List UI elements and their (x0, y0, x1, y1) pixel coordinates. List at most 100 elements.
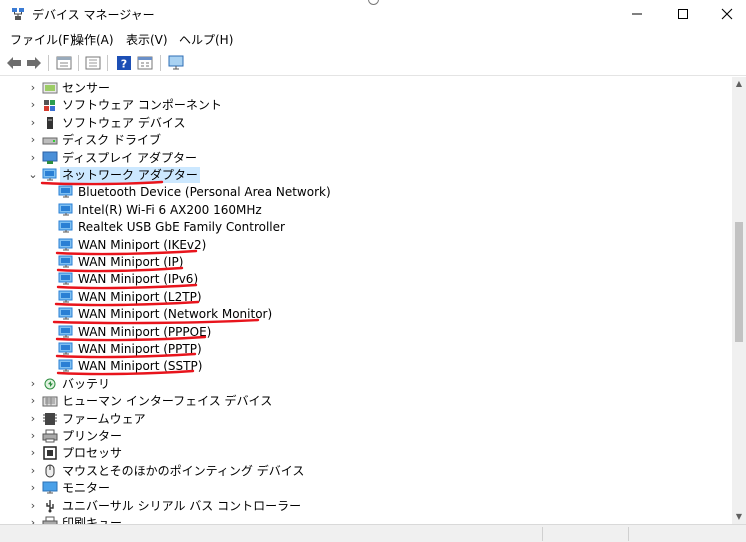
chevron-right-icon[interactable]: › (28, 395, 38, 407)
device-manager-icon (12, 8, 24, 20)
tree-device-row[interactable]: WAN Miniport (Network Monitor) (0, 306, 732, 323)
chevron-right-icon[interactable]: › (28, 447, 38, 459)
help-button[interactable]: ? (115, 54, 133, 72)
tree-category-row[interactable]: › 印刷キュー (0, 515, 732, 524)
device-tree: › センサー › ソフトウェア コンポーネント › ソフトウェア デバイス › ディスク ドラ… (0, 77, 732, 524)
monitor-scan-icon (168, 55, 184, 70)
scroll-thumb[interactable] (735, 222, 743, 342)
chevron-right-icon[interactable]: › (28, 430, 38, 442)
tree-item-label: ユニバーサル シリアル バス コントローラー (62, 498, 302, 513)
software-device-icon (42, 116, 58, 130)
tree-device-row[interactable]: WAN Miniport (IKEv2) (0, 237, 732, 254)
tree-category-row[interactable]: › バッテリ (0, 376, 732, 393)
network-adapter-icon (58, 359, 74, 373)
help-icon: ? (117, 56, 131, 71)
tree-category-row[interactable]: › ユニバーサル シリアル バス コントローラー (0, 498, 732, 515)
chevron-down-icon[interactable]: ⌄ (28, 169, 38, 181)
status-divider (542, 527, 543, 541)
tree-item-label: WAN Miniport (PPPOE) (78, 324, 212, 339)
chevron-right-icon[interactable]: › (28, 499, 38, 512)
tree-device-row[interactable]: WAN Miniport (L2TP) (0, 289, 732, 306)
display-adapter-icon (42, 151, 58, 165)
menu-view[interactable]: 表示(V) (126, 31, 168, 48)
menu-action[interactable]: 操作(A) (72, 31, 114, 48)
tree-item-label: ソフトウェア コンポーネント (62, 98, 222, 113)
tree-item-label: ヒューマン インターフェイス デバイス (62, 394, 273, 409)
print-queue-icon (42, 516, 58, 524)
printer-icon (42, 429, 58, 443)
chevron-right-icon[interactable]: › (28, 116, 38, 129)
network-adapter-icon (58, 220, 74, 234)
chevron-right-icon[interactable]: › (28, 482, 38, 494)
tree-category-row[interactable]: › ファームウェア (0, 411, 732, 428)
toolbar-separator (160, 55, 161, 71)
network-adapter-icon (58, 185, 74, 199)
close-button[interactable] (704, 0, 746, 28)
tree-category-row[interactable]: › ソフトウェア デバイス (0, 115, 732, 132)
tree-category-row[interactable]: › モニター (0, 480, 732, 497)
tree-item-label: ファームウェア (62, 411, 146, 426)
tree-device-row[interactable]: Realtek USB GbE Family Controller (0, 219, 732, 236)
monitor-icon (42, 481, 58, 495)
scroll-down-icon[interactable]: ▼ (732, 510, 746, 524)
chevron-right-icon[interactable]: › (28, 99, 38, 111)
console-tree-button[interactable] (84, 54, 102, 72)
tree-category-row[interactable]: ⌄ ネットワーク アダプター (0, 167, 732, 184)
chevron-right-icon[interactable]: › (28, 134, 38, 146)
chevron-right-icon[interactable]: › (28, 151, 38, 164)
tree-category-row[interactable]: › マウスとそのほかのポインティング デバイス (0, 463, 732, 480)
scan-hardware-button[interactable] (167, 54, 185, 72)
view-button[interactable] (136, 54, 154, 72)
tree-item-label: マウスとそのほかのポインティング デバイス (62, 463, 305, 478)
tree-item-label: モニター (62, 481, 111, 496)
tree-category-row[interactable]: › ディスプレイ アダプター (0, 150, 732, 167)
tree-item-label: WAN Miniport (IKEv2) (78, 237, 207, 252)
toolbar: ? (0, 50, 746, 76)
tree-item-label: プリンター (62, 429, 123, 443)
scroll-up-icon[interactable]: ▲ (732, 77, 746, 91)
tree-category-row[interactable]: › プリンター (0, 428, 732, 445)
tree-category-row[interactable]: › プロセッサ (0, 445, 732, 462)
tree-category-row[interactable]: › ソフトウェア コンポーネント (0, 97, 732, 114)
tree-device-row[interactable]: WAN Miniport (IP) (0, 254, 732, 271)
tree-device-row[interactable]: Bluetooth Device (Personal Area Network) (0, 184, 732, 201)
tree-item-label: ソフトウェア デバイス (62, 115, 186, 130)
tree-item-label: ディスプレイ アダプター (62, 150, 197, 165)
properties-button[interactable] (55, 54, 73, 72)
window-title: デバイス マネージャー (32, 8, 155, 22)
tree-device-row[interactable]: Intel(R) Wi-Fi 6 AX200 160MHz (0, 202, 732, 219)
network-adapter-icon (58, 203, 74, 217)
tree-category-row[interactable]: › ディスク ドライブ (0, 132, 732, 149)
menu-file[interactable]: ファイル(F) (10, 31, 74, 48)
tree-device-row[interactable]: WAN Miniport (IPv6) (0, 271, 732, 288)
network-adapter-icon (58, 342, 74, 356)
menu-help[interactable]: ヘルプ(H) (179, 31, 233, 48)
tree-item-label: WAN Miniport (PPTP) (78, 342, 202, 356)
minimize-icon (632, 13, 642, 15)
toolbar-separator (48, 55, 49, 71)
mouse-icon (42, 464, 58, 478)
vertical-scrollbar[interactable]: ▲ ▼ (732, 77, 746, 524)
tree-item-label: WAN Miniport (IPv6) (78, 272, 199, 287)
tree-device-row[interactable]: WAN Miniport (PPPOE) (0, 324, 732, 341)
back-button[interactable] (5, 54, 23, 72)
chevron-right-icon[interactable]: › (28, 464, 38, 477)
toolbar-separator (107, 55, 108, 71)
tree-device-row[interactable]: WAN Miniport (SSTP) (0, 358, 732, 375)
chevron-right-icon[interactable]: › (28, 82, 38, 94)
tree-item-label: WAN Miniport (Network Monitor) (78, 307, 273, 322)
chevron-right-icon[interactable]: › (28, 517, 38, 525)
tree-item-label: プロセッサ (62, 446, 123, 461)
svg-text:?: ? (121, 58, 127, 71)
chevron-right-icon[interactable]: › (28, 412, 38, 425)
tree-device-row[interactable]: WAN Miniport (PPTP) (0, 341, 732, 358)
network-adapter-icon (58, 272, 74, 286)
minimize-button[interactable] (614, 0, 660, 28)
tree-category-row[interactable]: › ヒューマン インターフェイス デバイス (0, 393, 732, 410)
maximize-button[interactable] (660, 0, 706, 28)
tree-item-label: WAN Miniport (L2TP) (78, 289, 202, 304)
network-adapter-icon (58, 325, 74, 339)
tree-category-row[interactable]: › センサー (0, 80, 732, 97)
chevron-right-icon[interactable]: › (28, 377, 38, 390)
forward-button[interactable] (25, 54, 43, 72)
